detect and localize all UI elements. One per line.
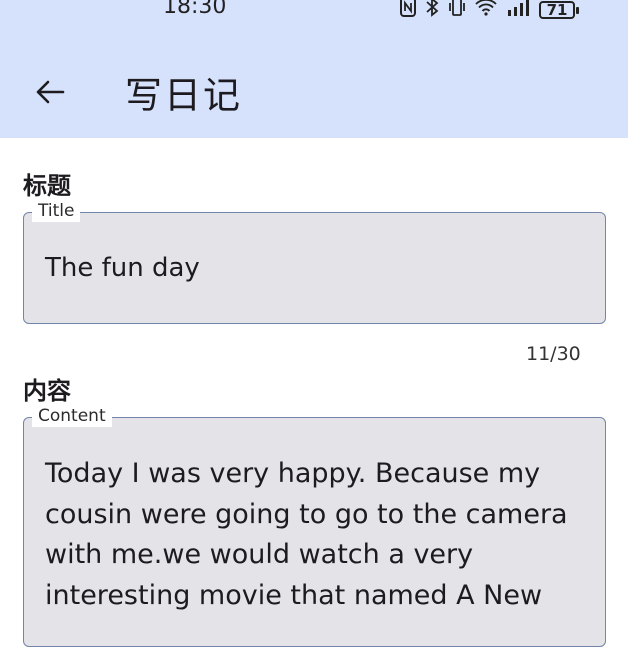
bluetooth-icon [425, 0, 439, 23]
content-section-label: 内容 [23, 377, 71, 405]
title-section-label: 标题 [23, 172, 71, 200]
signal-icon [506, 0, 530, 22]
wifi-icon [475, 0, 497, 22]
title-char-counter: 11/30 [526, 343, 581, 365]
title-input-value[interactable]: The fun day [45, 253, 200, 283]
title-field[interactable]: Title The fun day [23, 200, 606, 324]
battery-icon: 71 [539, 1, 579, 19]
page-title: 写日记 [125, 74, 242, 117]
battery-level: 71 [539, 1, 575, 19]
vibrate-icon [448, 0, 466, 23]
content-field[interactable]: Content Today I was very happy. Because … [23, 405, 606, 647]
content-field-label: Content [32, 405, 112, 427]
status-icons: 71 [400, 0, 615, 26]
app-bar: 18:30 71 写日记 [0, 0, 628, 138]
title-field-label: Title [32, 200, 81, 222]
back-button[interactable] [28, 70, 72, 114]
arrow-back-icon [36, 80, 65, 104]
status-time: 18:30 [163, 0, 227, 19]
nfc-icon [400, 0, 416, 23]
content-input-value[interactable]: Today I was very happy. Because my cousi… [45, 454, 590, 616]
